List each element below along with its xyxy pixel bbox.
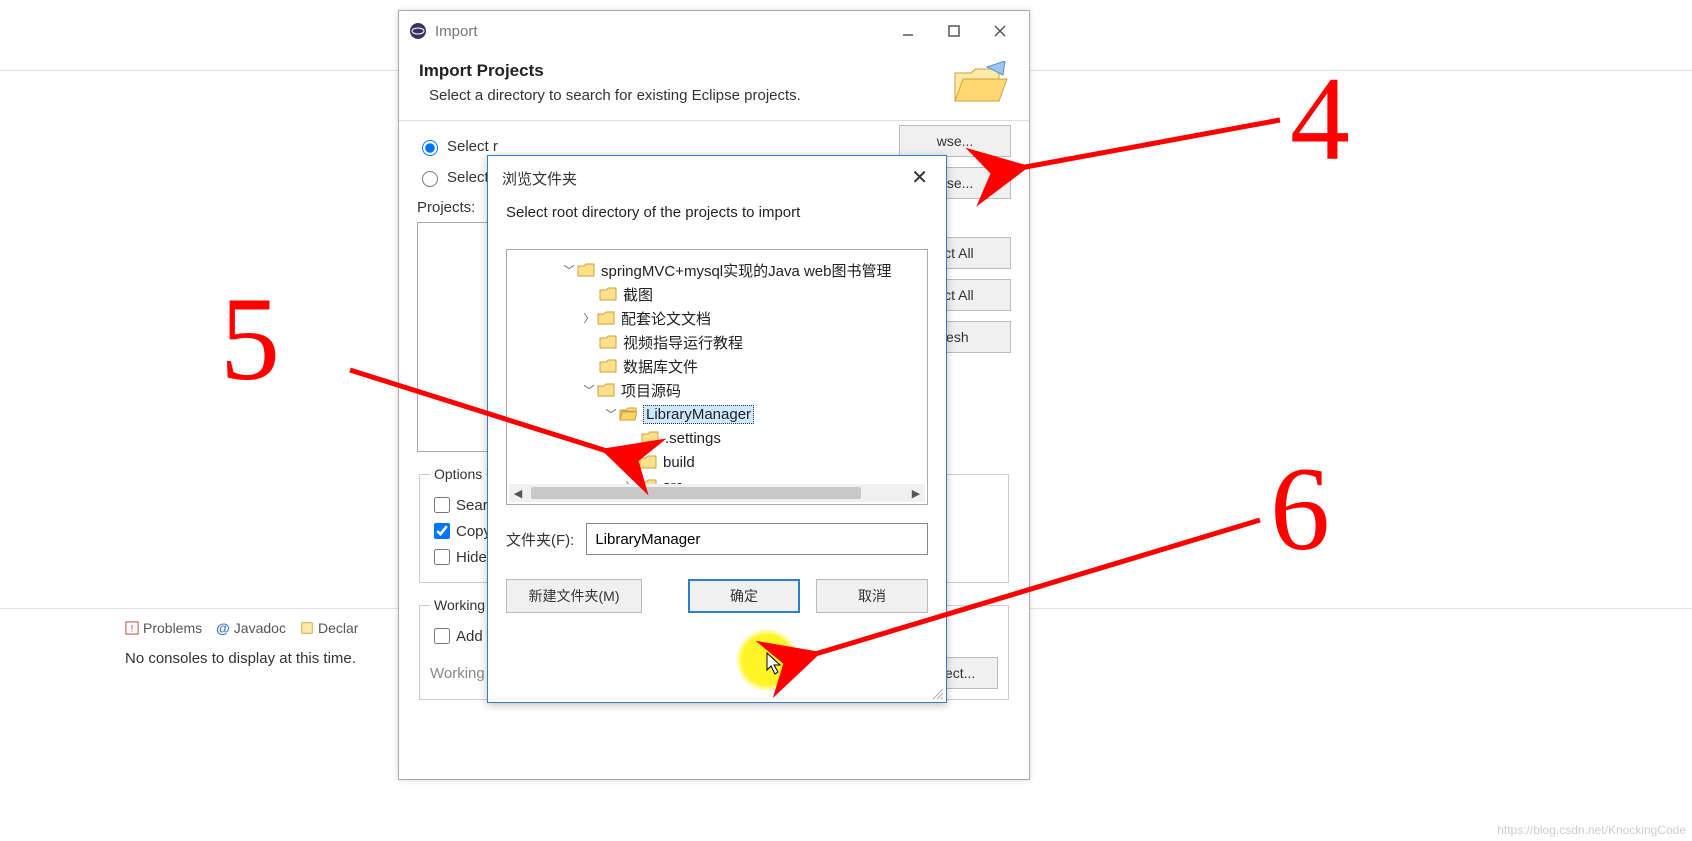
folder-name-input[interactable]	[586, 523, 928, 555]
tree-node-root[interactable]: ﹀ springMVC+mysql实现的Java web图书管理	[513, 258, 921, 282]
tree-node[interactable]: 截图	[513, 282, 921, 306]
browse-dialog-subtitle: Select root directory of the projects to…	[488, 194, 946, 221]
wizard-heading: Import Projects	[419, 61, 801, 81]
import-folder-icon	[949, 61, 1009, 106]
tab-label: Javadoc	[234, 620, 286, 636]
horizontal-scrollbar[interactable]: ◀ ▶	[509, 484, 925, 502]
svg-text:!: !	[131, 624, 134, 635]
tree-node-librarymanager[interactable]: ﹀ LibraryManager	[513, 402, 921, 426]
console-empty-message: No consoles to display at this time.	[125, 650, 356, 667]
folder-icon	[599, 359, 617, 373]
browse-root-button[interactable]: wse...	[899, 125, 1011, 157]
browse-dialog-title: 浏览文件夹	[502, 168, 577, 189]
folder-tree[interactable]: ﹀ springMVC+mysql实现的Java web图书管理 截图 〉 配套论…	[506, 249, 928, 505]
scrollbar-thumb[interactable]	[531, 487, 861, 499]
tab-problems[interactable]: ! Problems	[125, 620, 202, 636]
hide-existing-checkbox[interactable]	[434, 549, 450, 565]
declaration-icon	[300, 621, 314, 635]
select-archive-radio[interactable]	[422, 171, 438, 187]
options-legend: Options	[430, 466, 486, 482]
tree-node-label: 配套论文文档	[621, 308, 711, 329]
tree-node-label: .settings	[665, 430, 721, 447]
titlebar: Import	[399, 11, 1029, 51]
cursor-icon	[766, 652, 786, 678]
add-workingset-checkbox[interactable]	[434, 628, 450, 644]
tree-node[interactable]: 视频指导运行教程	[513, 330, 921, 354]
copy-projects-label: Copy	[456, 523, 491, 540]
tab-label: Problems	[143, 620, 202, 636]
tree-node[interactable]: .settings	[513, 426, 921, 450]
resize-grip-icon[interactable]	[930, 686, 944, 700]
caret-down-icon[interactable]: ﹀	[581, 382, 597, 398]
folder-icon	[641, 431, 659, 445]
new-folder-button[interactable]: 新建文件夹(M)	[506, 579, 642, 613]
folder-icon	[597, 311, 615, 325]
window-title: Import	[435, 23, 478, 40]
tree-node-label: 视频指导运行教程	[623, 332, 743, 353]
scroll-right-icon[interactable]: ▶	[907, 487, 925, 500]
caret-right-icon[interactable]: 〉	[623, 454, 639, 470]
minimize-button[interactable]	[885, 15, 931, 47]
caret-down-icon[interactable]: ﹀	[603, 406, 619, 422]
tree-node[interactable]: 〉 配套论文文档	[513, 306, 921, 330]
folder-icon	[599, 287, 617, 301]
window-controls	[885, 15, 1023, 47]
tree-node-label: build	[663, 454, 695, 471]
tab-javadoc[interactable]: @ Javadoc	[216, 620, 286, 636]
javadoc-icon: @	[216, 620, 230, 636]
eclipse-icon	[409, 22, 427, 40]
watermark: https://blog.csdn.net/KnockingCode	[1497, 823, 1686, 837]
tab-declaration[interactable]: Declar	[300, 620, 358, 636]
tree-node[interactable]: 〉 build	[513, 450, 921, 474]
browse-folder-dialog: 浏览文件夹 ✕ Select root directory of the pro…	[487, 155, 947, 703]
folder-icon	[639, 455, 657, 469]
eclipse-views-tabs: ! Problems @ Javadoc Declar	[125, 620, 358, 636]
tree-node[interactable]: 数据库文件	[513, 354, 921, 378]
folder-open-icon	[619, 407, 637, 421]
tree-node-label: LibraryManager	[643, 405, 754, 424]
problems-icon: !	[125, 621, 139, 635]
folder-icon	[599, 335, 617, 349]
add-workingset-label: Add	[456, 628, 483, 645]
tab-label: Declar	[318, 620, 358, 636]
folder-icon	[597, 383, 615, 397]
tree-node-label: springMVC+mysql实现的Java web图书管理	[601, 260, 892, 281]
close-icon[interactable]: ✕	[905, 166, 934, 190]
maximize-button[interactable]	[931, 15, 977, 47]
ok-button[interactable]: 确定	[688, 579, 800, 613]
cancel-button[interactable]: 取消	[816, 579, 928, 613]
folder-icon	[577, 263, 595, 277]
wizard-header: Import Projects Select a directory to se…	[399, 51, 1029, 121]
scroll-left-icon[interactable]: ◀	[509, 487, 527, 500]
tree-node-label: 项目源码	[621, 380, 681, 401]
copy-projects-checkbox[interactable]	[434, 523, 450, 539]
close-button[interactable]	[977, 15, 1023, 47]
caret-down-icon[interactable]: ﹀	[561, 262, 577, 278]
tree-node-label: 数据库文件	[623, 356, 698, 377]
workingsets-legend: Working	[430, 597, 489, 613]
folder-field-label: 文件夹(F):	[506, 529, 574, 550]
select-root-label: Select r	[447, 138, 498, 155]
select-root-radio[interactable]	[422, 140, 438, 156]
search-nested-checkbox[interactable]	[434, 497, 450, 513]
tree-node-label: 截图	[623, 284, 653, 305]
wizard-subheading: Select a directory to search for existin…	[429, 87, 801, 104]
caret-right-icon[interactable]: 〉	[581, 310, 597, 326]
tree-node-sourcecode[interactable]: ﹀ 项目源码	[513, 378, 921, 402]
